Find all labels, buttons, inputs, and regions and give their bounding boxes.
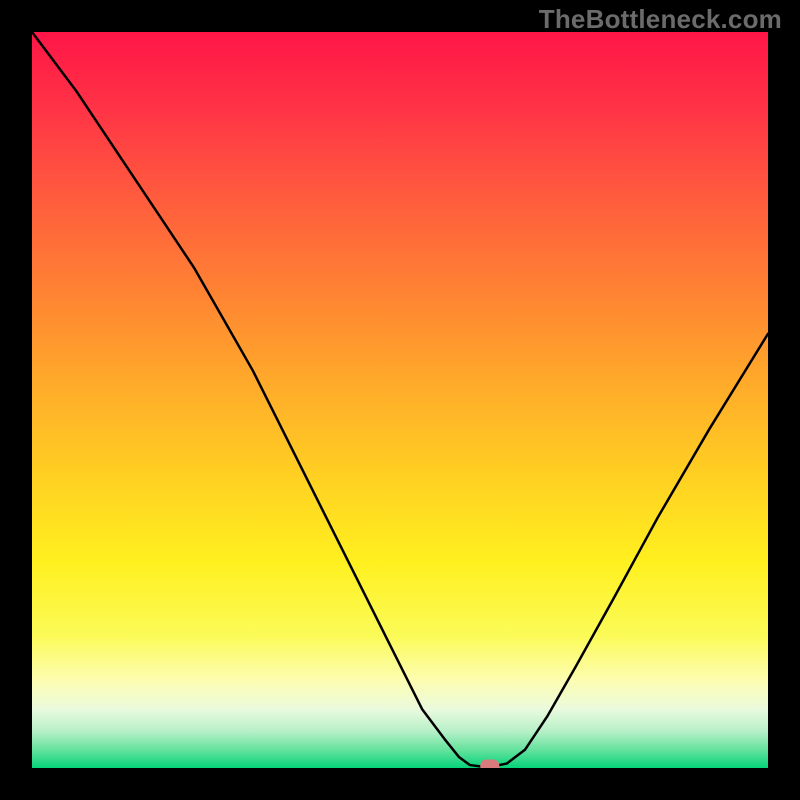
watermark-text: TheBottleneck.com: [539, 4, 782, 35]
chart-frame: TheBottleneck.com: [0, 0, 800, 800]
plot-area: [32, 32, 768, 768]
background-gradient: [32, 32, 768, 768]
chart-svg: [32, 32, 768, 768]
marker-pill: [480, 760, 499, 768]
